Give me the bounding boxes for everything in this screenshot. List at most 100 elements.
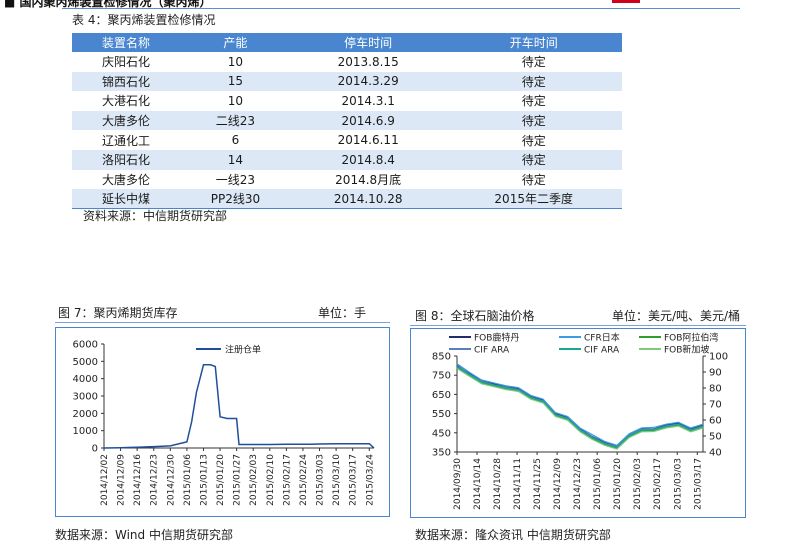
futures-inventory-chart: 0 1000 2000 3000 4000 5000 6000 2014/12/02 2014/… <box>73 340 376 506</box>
figure7-divider <box>55 322 390 323</box>
table-row: 庆阳石化 10 2013.8.15 待定 <box>72 52 622 72</box>
x-tick-label: 2015/03/24 <box>365 454 375 506</box>
x-tick-label: 2015/01/20 <box>613 458 623 510</box>
series-line-2 <box>456 366 704 449</box>
x-tick-label: 2015/01/06 <box>183 454 193 506</box>
right-y-tick-label: 60 <box>709 416 722 427</box>
series-line-4 <box>456 366 704 449</box>
x-tick-label: 2015/02/17 <box>653 458 663 510</box>
cell-stop-time: 2014.3.1 <box>341 93 395 108</box>
x-tick-label: 2014/12/23 <box>150 454 160 506</box>
table-row: 锦西石化 15 2014.3.29 待定 <box>72 71 622 92</box>
cell-plant: 锦西石化 <box>72 71 180 92</box>
figure7-chart-frame: 0 1000 2000 3000 4000 5000 6000 2014/12/02 2014/… <box>55 327 390 517</box>
cell-stop-time: 2014.10.28 <box>290 189 446 210</box>
x-tick-label: 2015/02/10 <box>266 454 276 506</box>
y-tick-label: 5000 <box>73 357 98 368</box>
cell-stop-time: 2014.8月底 <box>335 172 402 187</box>
series-line-registered-warrants <box>103 364 375 449</box>
left-y-tick-label: 750 <box>432 371 451 382</box>
x-tick-label: 2015/03/17 <box>693 458 703 510</box>
top-divider <box>62 8 740 9</box>
legend-label: CFR日本 <box>584 332 620 344</box>
legend-label: FOB鹿特丹 <box>474 332 519 344</box>
x-tick-label: 2015/02/03 <box>249 454 259 506</box>
x-tick-label: 2014/12/16 <box>133 454 143 506</box>
x-tick-label: 2014/12/30 <box>166 454 176 506</box>
cell-plant: 洛阳石化 <box>72 149 180 170</box>
col-header-plant: 装置名称 <box>72 33 180 52</box>
figure8-unit: 单位：美元/吨、美元/桶 <box>612 309 741 323</box>
table-row: 辽通化工 6 2014.6.11 待定 <box>72 130 622 150</box>
table-row: 洛阳石化 14 2014.8.4 待定 <box>72 149 622 170</box>
cell-start-time: 待定 <box>521 172 546 187</box>
table-caption: 表 4：聚丙烯装置检修情况 <box>72 13 216 27</box>
cell-capacity: 14 <box>179 149 291 170</box>
right-y-tick-label: 80 <box>709 384 722 395</box>
cell-plant: 辽通化工 <box>101 133 150 148</box>
cell-capacity: 15 <box>179 71 291 92</box>
x-tick-label: 2015/01/13 <box>199 454 209 506</box>
y-tick-label: 3000 <box>73 392 98 403</box>
x-tick-label: 2015/01/27 <box>233 454 243 506</box>
left-y-tick-label: 350 <box>432 448 451 459</box>
series-line-5 <box>456 367 704 450</box>
table-header-row: 装置名称 产能 停车时间 开车时间 <box>72 33 622 52</box>
x-tick-label: 2015/02/17 <box>282 454 292 506</box>
cell-plant: 大港石化 <box>101 94 150 109</box>
cell-capacity: PP2线30 <box>179 189 291 210</box>
x-tick-label: 2015/03/10 <box>332 454 342 506</box>
figure8-divider <box>410 325 746 326</box>
left-y-tick-label: 650 <box>432 390 451 401</box>
y-tick-label: 2000 <box>73 409 98 420</box>
legend-label: FOB新加坡 <box>664 344 709 356</box>
col-header-capacity: 产能 <box>179 33 291 52</box>
x-tick-label: 2014/10/14 <box>473 458 483 510</box>
figure7-source-note: 数据来源：Wind 中信期货研究部 <box>55 528 233 542</box>
legend-label: FOB阿拉伯湾 <box>664 332 718 344</box>
cell-start-time: 2015年二季度 <box>445 189 622 210</box>
left-y-tick-label: 550 <box>432 409 451 420</box>
maintenance-table: 装置名称 产能 停车时间 开车时间 庆阳石化 10 2013.8.15 待定 锦… <box>72 33 622 210</box>
red-accent-mark <box>612 0 640 3</box>
left-y-tick-label: 850 <box>432 352 451 363</box>
x-tick-label: 2014/11/11 <box>513 458 523 510</box>
y-tick-label: 1000 <box>73 426 98 437</box>
col-header-start-time: 开车时间 <box>445 33 622 52</box>
cell-start-time: 待定 <box>445 71 622 92</box>
table-row: 大港石化 10 2014.3.1 待定 <box>72 91 622 111</box>
cell-plant: 大唐多伦 <box>101 172 150 187</box>
cell-plant: 大唐多伦 <box>72 110 180 131</box>
previous-section-heading: ■ 国内聚丙烯装置检修情况（聚丙烯） <box>0 0 800 8</box>
y-tick-label: 0 <box>92 444 98 455</box>
table-row: 大唐多伦 一线23 2014.8月底 待定 <box>72 170 622 190</box>
series-line-1 <box>456 363 704 446</box>
series-line-3 <box>456 364 704 448</box>
x-tick-label: 2014/12/02 <box>100 454 110 506</box>
figure8-source-note: 数据来源：隆众资讯 中信期货研究部 <box>415 528 611 542</box>
right-y-tick-label: 100 <box>709 352 728 363</box>
cell-stop-time: 2014.6.11 <box>337 133 399 148</box>
left-y-tick-label: 450 <box>432 428 451 439</box>
right-y-tick-label: 40 <box>709 448 722 459</box>
figure8-caption: 图 8：全球石脑油价格 <box>415 309 535 323</box>
figure7-unit: 单位：手 <box>318 306 367 320</box>
cell-plant: 延长中煤 <box>72 189 180 210</box>
cell-start-time: 待定 <box>521 133 546 148</box>
x-tick-label: 2014/12/09 <box>117 454 127 506</box>
x-tick-label: 2015/02/24 <box>299 454 309 506</box>
y-tick-label: 4000 <box>73 374 98 385</box>
cell-plant: 庆阳石化 <box>101 55 150 70</box>
x-tick-label: 2015/01/20 <box>216 454 226 506</box>
cell-stop-time: 2014.8.4 <box>290 149 446 170</box>
cell-start-time: 待定 <box>521 55 546 70</box>
cell-start-time: 待定 <box>445 149 622 170</box>
table-row: 大唐多伦 二线23 2014.6.9 待定 <box>72 110 622 131</box>
right-y-tick-label: 50 <box>709 432 722 443</box>
right-y-tick-label: 90 <box>709 368 722 379</box>
legend-label: CIF ARA <box>474 346 510 356</box>
x-tick-label: 2014/12/09 <box>553 458 563 510</box>
y-tick-label: 6000 <box>73 340 98 351</box>
x-tick-label: 2015/03/03 <box>673 458 683 510</box>
cell-start-time: 待定 <box>521 94 546 109</box>
